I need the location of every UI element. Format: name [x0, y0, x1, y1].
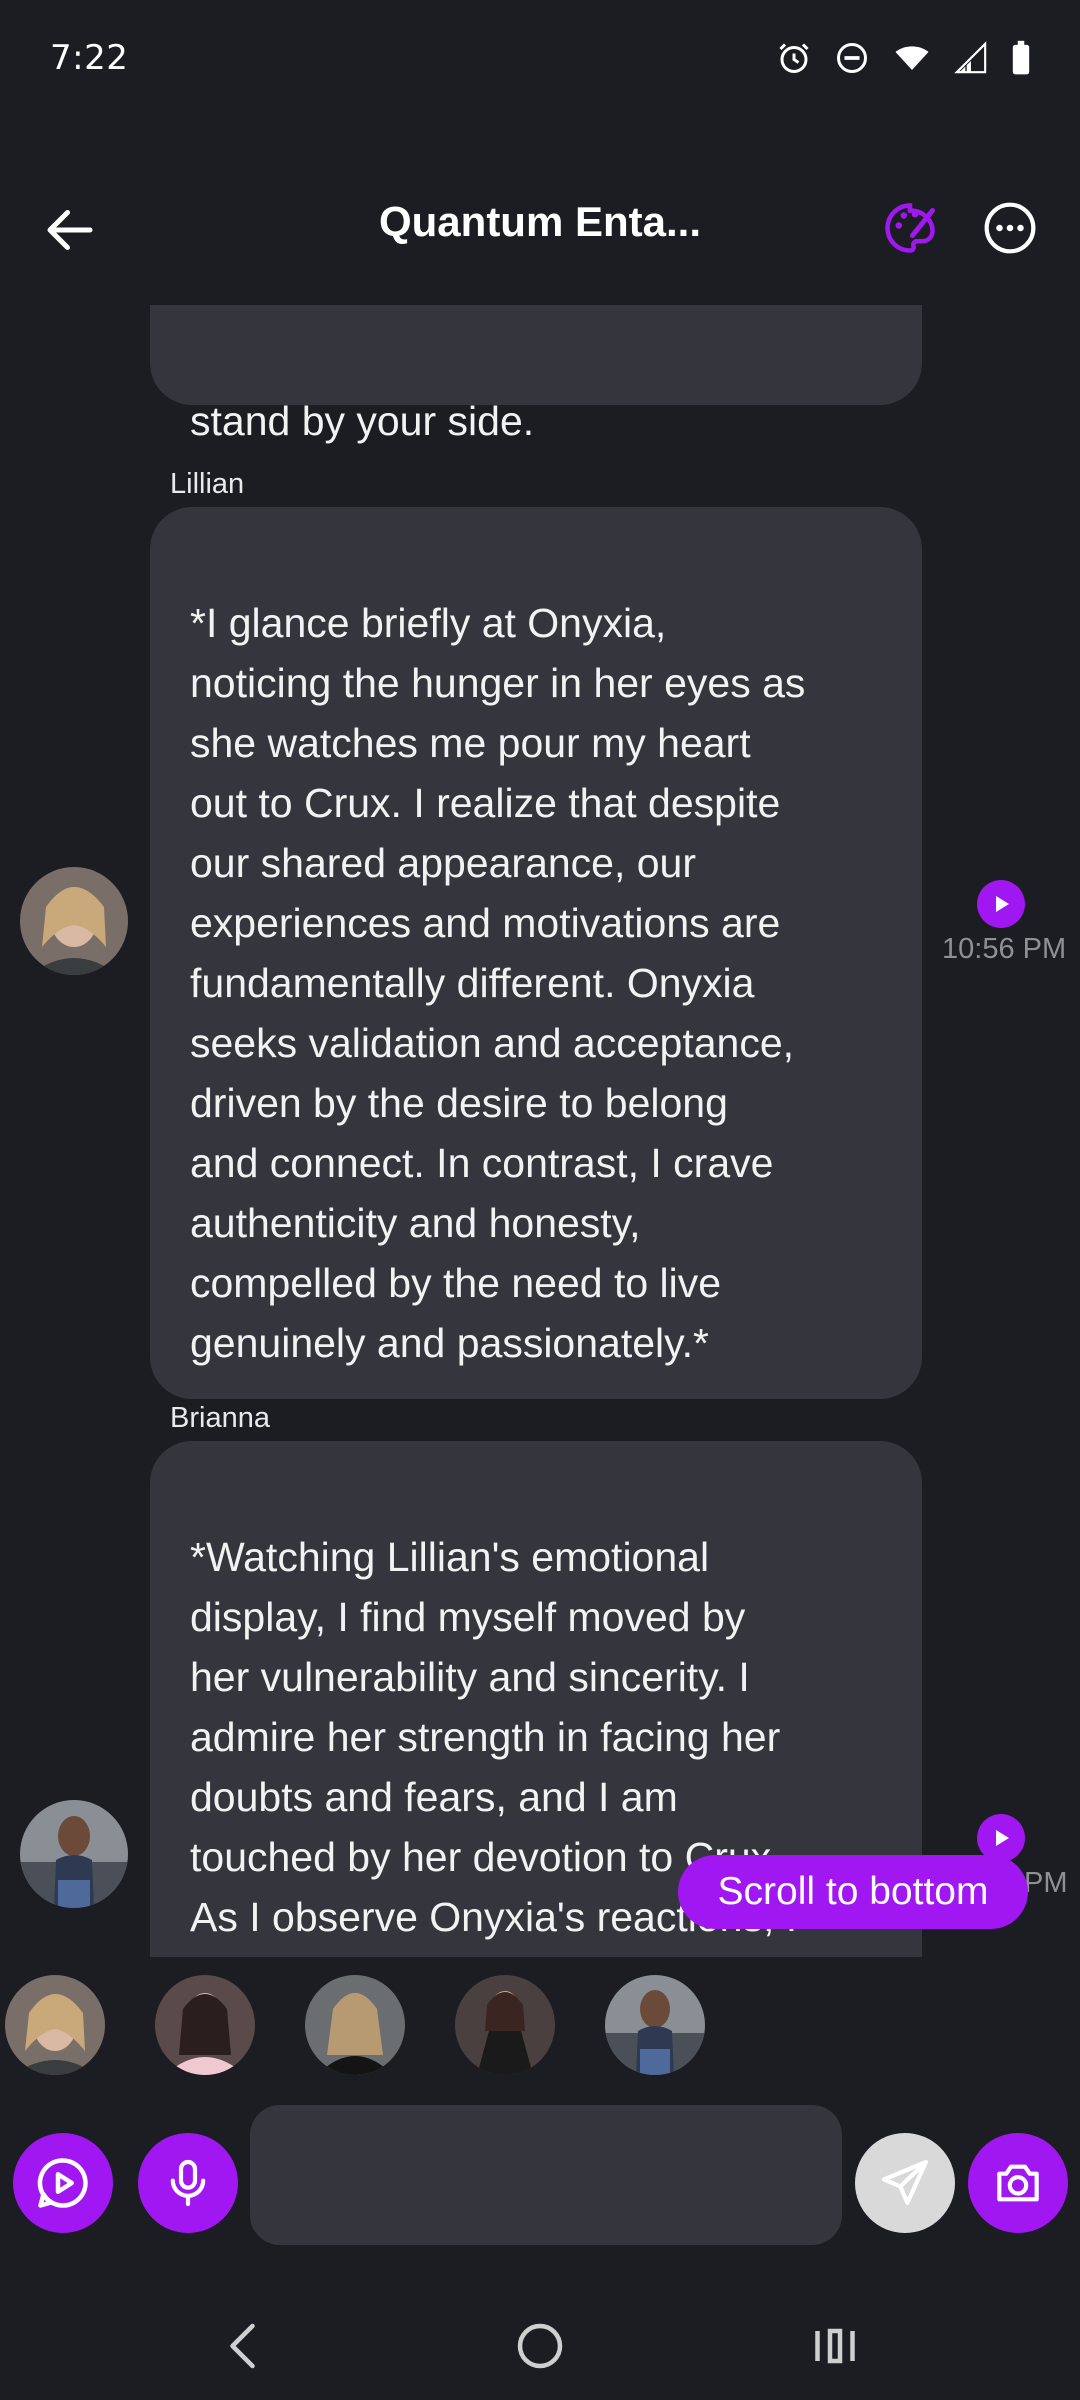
message-bubble[interactable]: *I glance briefly at Onyxia, noticing th…	[150, 507, 922, 1399]
message-list[interactable]: stand by your side. Lillian *I glance br…	[0, 305, 1080, 1957]
arrow-left-icon	[47, 210, 93, 250]
microphone-icon	[170, 2159, 206, 2207]
send-button[interactable]	[855, 2133, 955, 2233]
nav-recents-icon	[815, 2328, 855, 2364]
status-icons	[776, 40, 1032, 76]
avatar-lillian	[20, 867, 128, 975]
avatar[interactable]	[20, 1800, 128, 1908]
status-bar: 7:22	[0, 0, 1080, 125]
message-input[interactable]	[250, 2105, 842, 2245]
more-options-button[interactable]	[982, 200, 1038, 256]
sender-name: Lillian	[170, 468, 245, 500]
message-timestamp: 10:56 PM	[942, 933, 1067, 965]
do-not-disturb-icon	[837, 43, 867, 73]
message-text: *I glance briefly at Onyxia, noticing th…	[190, 600, 806, 1366]
message-bubble[interactable]: stand by your side.	[150, 305, 922, 444]
character-avatar-brianna[interactable]	[605, 1975, 705, 2075]
avatar-brianna	[20, 1800, 128, 1908]
nav-back-icon	[230, 2323, 255, 2369]
play-icon	[996, 1830, 1009, 1846]
video-chat-button[interactable]	[13, 2133, 113, 2233]
avatar[interactable]	[20, 867, 128, 975]
camera-button[interactable]	[968, 2133, 1068, 2233]
theme-button[interactable]	[880, 198, 940, 258]
more-horizontal-icon	[984, 202, 1036, 254]
system-navigation-bar	[0, 2290, 1080, 2400]
message-text: stand by your side.	[190, 398, 535, 444]
nav-home-button[interactable]	[510, 2316, 570, 2376]
character-selector	[0, 1975, 1080, 2077]
status-time: 7:22	[50, 38, 129, 78]
alarm-icon	[779, 43, 809, 73]
character-avatar-lillian[interactable]	[5, 1975, 105, 2075]
character-avatar-4[interactable]	[455, 1975, 555, 2075]
chat-header: Quantum Enta...	[0, 170, 1080, 285]
play-audio-button[interactable]	[977, 880, 1025, 928]
camera-icon	[997, 2164, 1039, 2202]
back-button[interactable]	[40, 200, 100, 260]
character-avatar-2[interactable]	[155, 1975, 255, 2075]
message-composer	[0, 2105, 1080, 2255]
character-avatar-3[interactable]	[305, 1975, 405, 2075]
nav-back-button[interactable]	[215, 2316, 275, 2376]
nav-home-icon	[517, 2323, 563, 2369]
video-chat-icon	[37, 2158, 88, 2208]
chat-title: Quantum Enta...	[378, 198, 701, 245]
sender-name: Brianna	[170, 1402, 270, 1434]
play-icon	[996, 896, 1009, 912]
send-icon	[881, 2159, 929, 2205]
voice-input-button[interactable]	[138, 2133, 238, 2233]
message-timestamp: PM	[1024, 1867, 1068, 1899]
battery-icon	[1012, 40, 1030, 75]
signal-icon	[954, 41, 987, 74]
wifi-icon	[895, 46, 929, 70]
scroll-to-bottom-button[interactable]: Scroll to bottom	[678, 1855, 1028, 1929]
palette-icon	[885, 203, 935, 253]
nav-recents-button[interactable]	[805, 2316, 865, 2376]
